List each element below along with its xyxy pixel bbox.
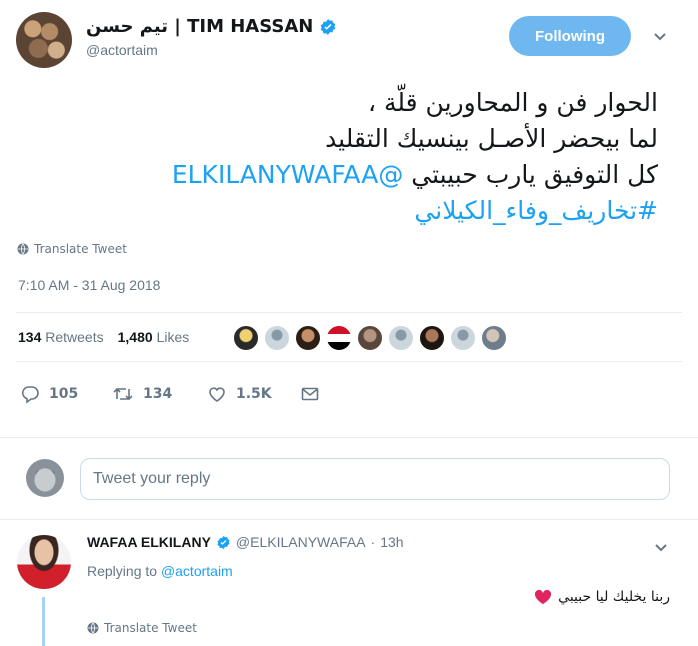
- retweet-icon: [112, 384, 134, 404]
- retweets-stat[interactable]: 134 Retweets: [18, 329, 104, 345]
- translate-tweet[interactable]: Translate Tweet: [17, 242, 127, 256]
- liker-avatar[interactable]: [450, 325, 476, 351]
- verified-badge-icon: [319, 18, 337, 36]
- chevron-down-icon[interactable]: [653, 539, 669, 555]
- following-button[interactable]: Following: [509, 16, 631, 56]
- egypt-flag-avatar[interactable]: [326, 325, 352, 351]
- reply-action[interactable]: 105: [20, 384, 78, 404]
- reply-input[interactable]: Tweet your reply: [80, 458, 670, 500]
- tweet-stats: 134 Retweets 1,480 Likes: [18, 329, 189, 345]
- tweet-line-1: الحوار فن و المحاورين قلّة ،: [367, 88, 658, 117]
- section-separator: [0, 437, 698, 438]
- reply-icon: [20, 384, 40, 404]
- liker-avatar[interactable]: [388, 325, 414, 351]
- heart-icon: [207, 384, 227, 404]
- mention-link[interactable]: @ELKILANYWAFAA: [172, 160, 404, 189]
- reply-text-row: ربنا يخليك ليا حبيبي: [534, 589, 670, 605]
- section-separator: [0, 519, 698, 520]
- globe-icon: [87, 622, 99, 634]
- reply-text: ربنا يخليك ليا حبيبي: [558, 589, 670, 605]
- reply-handle[interactable]: @ELKILANYWAFAA: [236, 534, 366, 550]
- tweet-line-2: لما بيحضر الأصـل بينسيك التقليد: [325, 124, 658, 153]
- chevron-down-icon[interactable]: [652, 28, 668, 44]
- liker-avatar[interactable]: [357, 325, 383, 351]
- like-action[interactable]: 1.5K: [207, 384, 272, 404]
- tweet-text: الحوار فن و المحاورين قلّة ، لما بيحضر ا…: [8, 85, 658, 229]
- tweet-timestamp[interactable]: 7:10 AM - 31 Aug 2018: [18, 277, 160, 293]
- tweet-line-3: كل التوفيق يارب حبيبتي @ELKILANYWAFAA: [171, 160, 658, 189]
- reply-translate-tweet[interactable]: Translate Tweet: [87, 621, 197, 635]
- likes-stat[interactable]: 1,480 Likes: [118, 329, 190, 345]
- liker-avatar[interactable]: [264, 325, 290, 351]
- liker-avatar[interactable]: [481, 325, 507, 351]
- replying-to: Replying to @actortaim: [87, 563, 233, 579]
- tweet-line-4: #تخاريف_وفاء_الكيلاني: [8, 193, 658, 229]
- thread-line: [42, 597, 45, 646]
- liker-avatars: [233, 325, 507, 351]
- liker-avatar[interactable]: [419, 325, 445, 351]
- reply-header: WAFAA ELKILANY @ELKILANYWAFAA · 13h: [87, 534, 404, 550]
- liker-avatar[interactable]: [233, 325, 259, 351]
- globe-icon: [17, 243, 29, 255]
- retweet-action[interactable]: 134: [112, 384, 172, 404]
- direct-message-action[interactable]: [300, 384, 320, 404]
- red-heart-icon: [534, 589, 552, 605]
- reply-author-avatar[interactable]: [17, 535, 71, 589]
- replying-to-handle[interactable]: @actortaim: [161, 563, 233, 579]
- divider: [16, 312, 682, 313]
- envelope-icon: [300, 384, 320, 404]
- divider: [16, 361, 682, 362]
- current-user-avatar[interactable]: [26, 459, 64, 497]
- author-handle[interactable]: @actortaim: [86, 42, 158, 58]
- reply-display-name[interactable]: WAFAA ELKILANY: [87, 534, 211, 550]
- liker-avatar[interactable]: [295, 325, 321, 351]
- author-name-row: تيم حسن | TIM HASSAN: [86, 16, 337, 37]
- hashtag-link[interactable]: #تخاريف_وفاء_الكيلاني: [414, 196, 658, 225]
- reply-time[interactable]: 13h: [380, 534, 403, 550]
- author-display-name[interactable]: تيم حسن | TIM HASSAN: [86, 16, 313, 37]
- author-avatar[interactable]: [16, 12, 72, 68]
- verified-badge-icon: [216, 535, 231, 550]
